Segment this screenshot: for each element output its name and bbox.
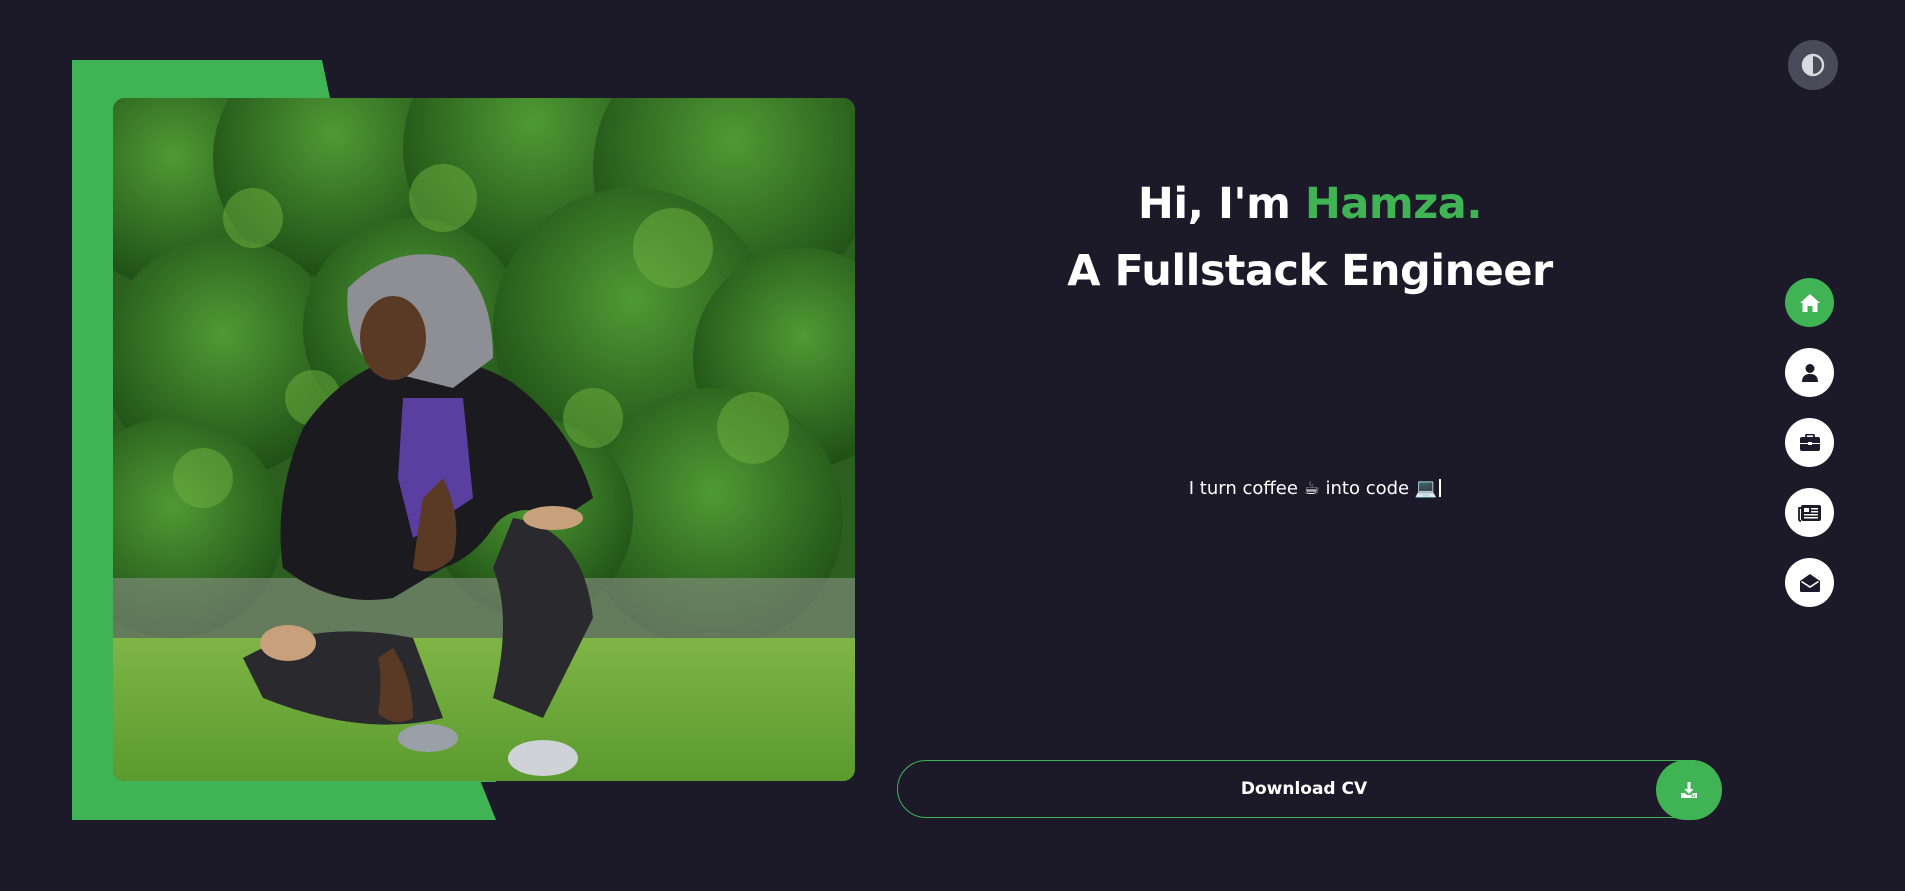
envelope-open-icon — [1799, 573, 1820, 592]
newspaper-icon — [1797, 504, 1821, 522]
download-cv-button[interactable]: Download CV — [897, 760, 1722, 820]
briefcase-icon — [1799, 433, 1820, 451]
nav-about-button[interactable] — [1785, 348, 1834, 397]
portfolio-page: Hi, I'm Hamza. A Fullstack Engineer I tu… — [0, 0, 1905, 891]
theme-toggle-button[interactable] — [1788, 40, 1838, 90]
name-text: Hamza. — [1304, 179, 1483, 229]
nav-home-button[interactable] — [1785, 278, 1834, 327]
tagline: I turn coffee ☕ into code 💻 — [1100, 478, 1530, 499]
nav-blog-button[interactable] — [1785, 488, 1834, 537]
download-icon-circle[interactable] — [1656, 760, 1722, 820]
contrast-icon — [1801, 53, 1825, 77]
greeting-line: Hi, I'm Hamza. — [990, 170, 1630, 238]
tagline-text: I turn coffee ☕ into code 💻 — [1188, 478, 1438, 499]
nav-contact-button[interactable] — [1785, 558, 1834, 607]
hero-heading: Hi, I'm Hamza. A Fullstack Engineer — [990, 170, 1630, 304]
nav-portfolio-button[interactable] — [1785, 418, 1834, 467]
profile-photo — [113, 98, 855, 781]
side-navigation — [1785, 278, 1835, 628]
download-cv-label: Download CV — [1240, 779, 1368, 799]
job-title: A Fullstack Engineer — [1067, 246, 1553, 296]
typing-cursor — [1439, 479, 1442, 497]
greeting-text: Hi, I'm — [1137, 179, 1305, 229]
user-icon — [1801, 363, 1818, 382]
home-icon — [1799, 293, 1820, 312]
download-icon — [1681, 782, 1697, 798]
